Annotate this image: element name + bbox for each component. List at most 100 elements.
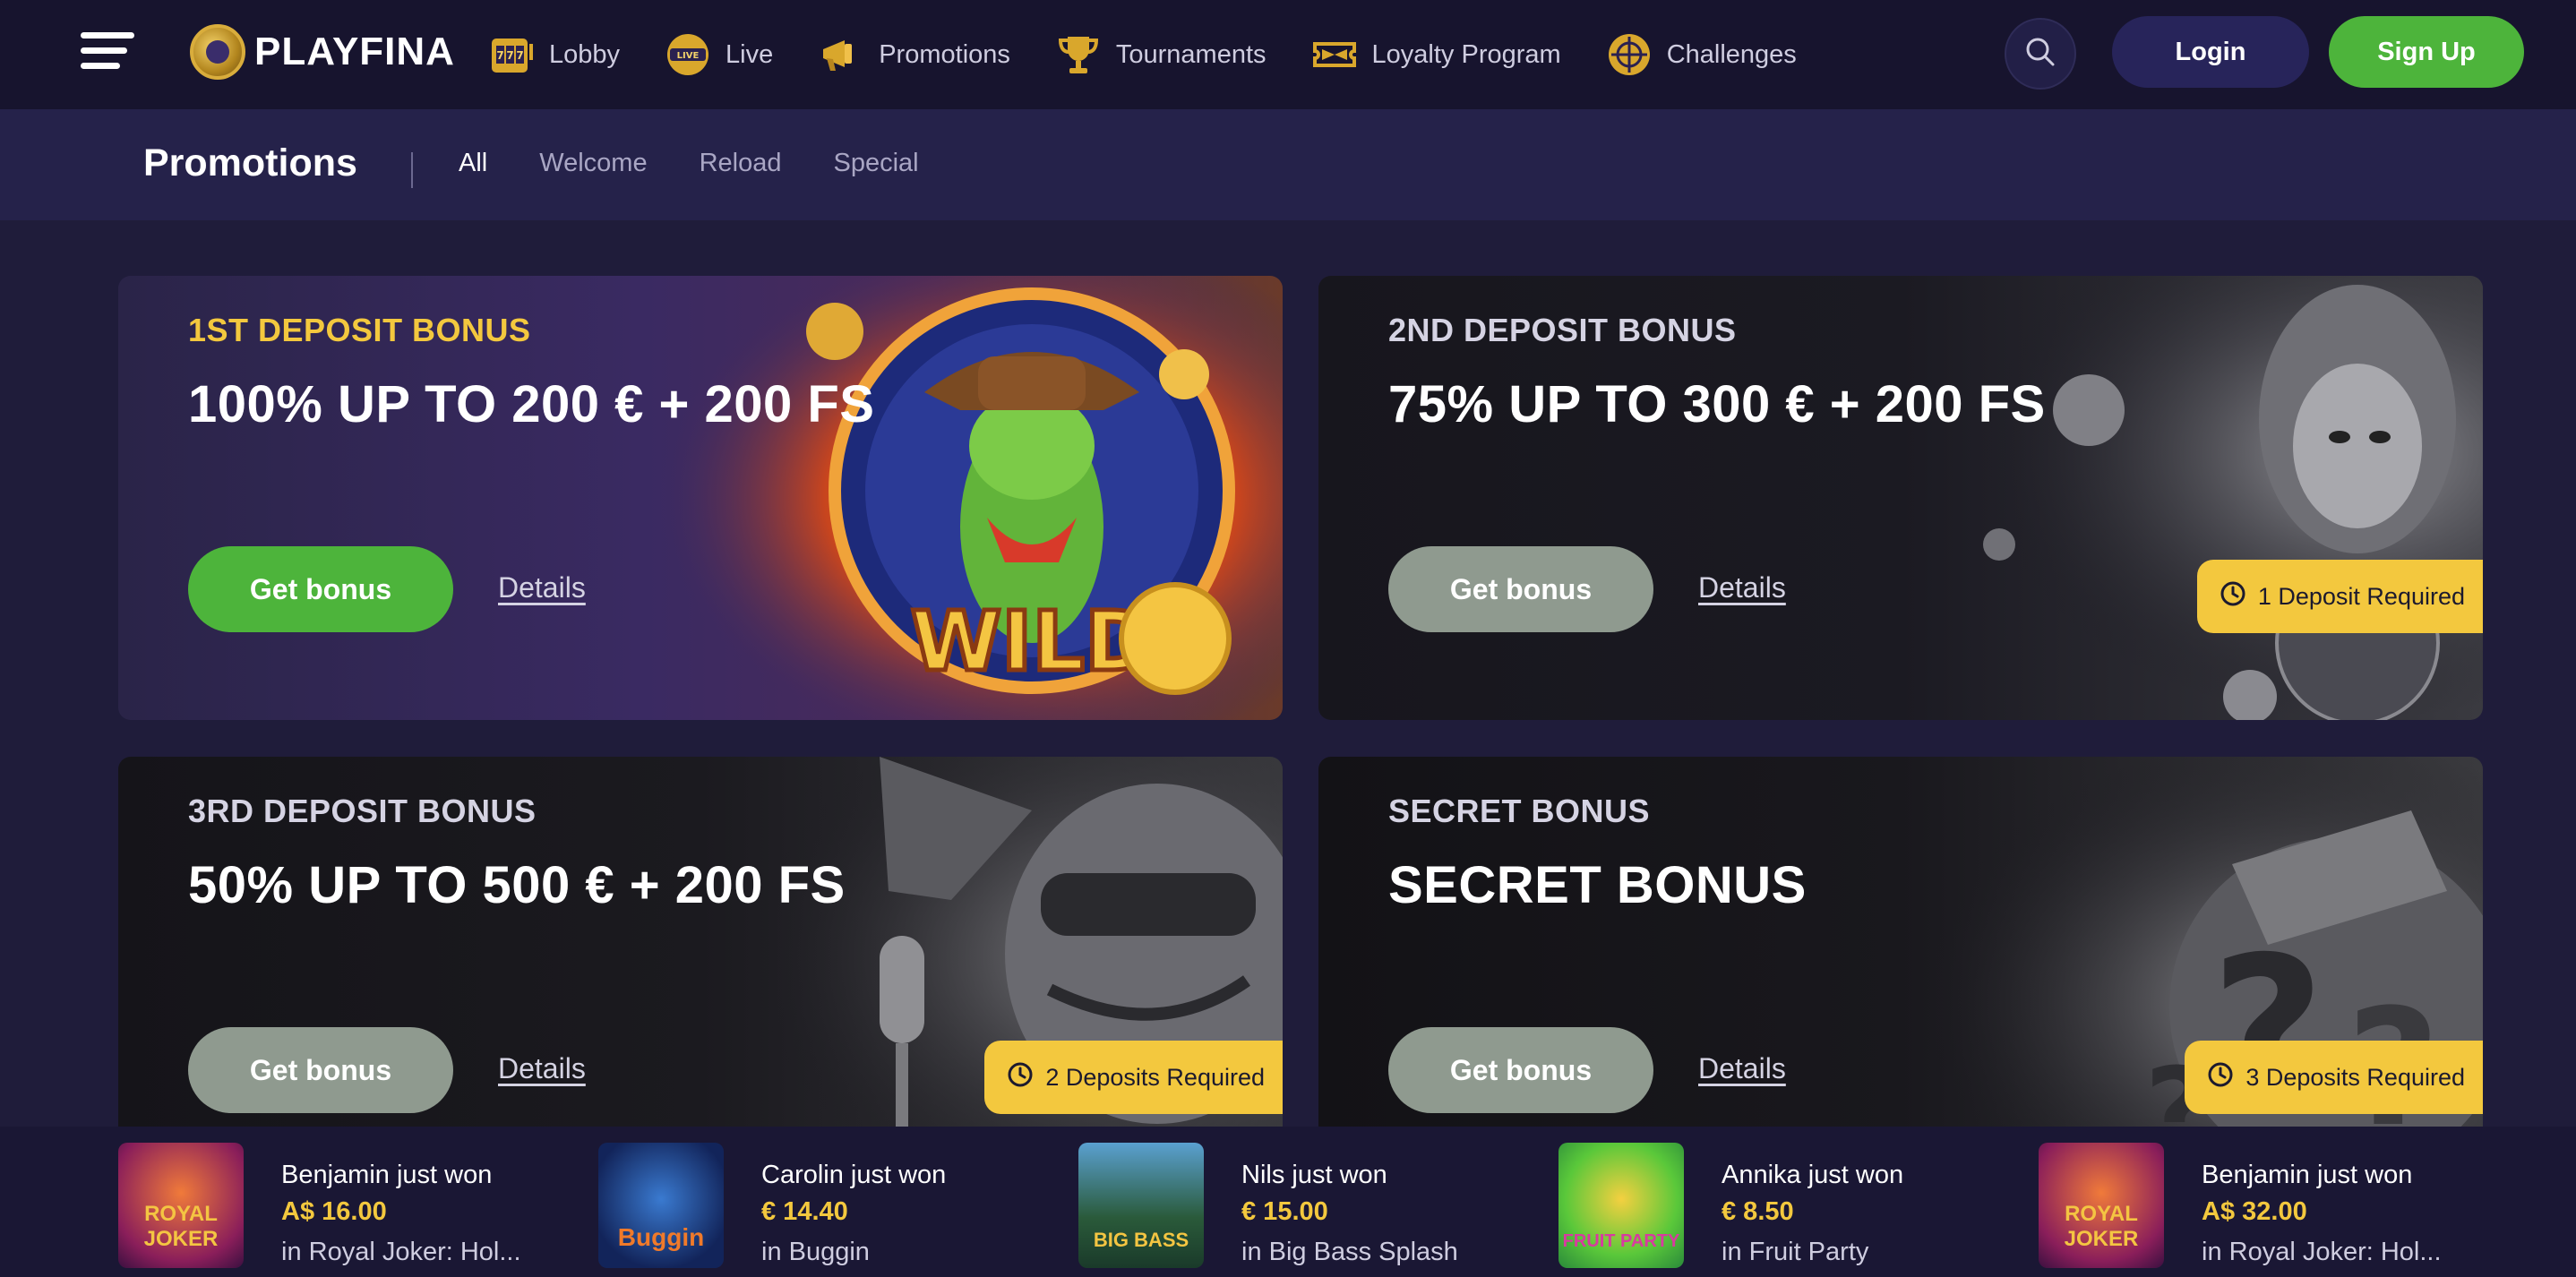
requirement-text: 3 Deposits Required	[2245, 1063, 2465, 1091]
game-thumbnail[interactable]: Buggin	[598, 1143, 724, 1268]
details-link[interactable]: Details	[498, 571, 586, 604]
winner-text: Benjamin just won	[281, 1161, 493, 1189]
brand-name: PLAYFINA	[254, 30, 455, 73]
nav-item-label: Tournaments	[1115, 39, 1267, 69]
promo-kicker: 1ST DEPOSIT BONUS	[188, 312, 531, 348]
ticket-icon	[1311, 31, 1358, 78]
promo-headline: 75% UP TO 300 € + 200 FS	[1388, 375, 2046, 433]
winner-text: Benjamin just won	[2202, 1161, 2413, 1189]
svg-text:LIVE: LIVE	[677, 51, 700, 61]
promo-headline: 100% UP TO 200 € + 200 FS	[188, 375, 875, 433]
win-amount: A$ 16.00	[281, 1197, 387, 1226]
nav-item-live[interactable]: LIVE Live	[665, 31, 773, 78]
search-button[interactable]	[2005, 18, 2076, 90]
game-name: in Royal Joker: Hol...	[2202, 1238, 2442, 1266]
promotion-filter-tabs: All Welcome Reload Special	[459, 149, 971, 178]
nav-item-label: Challenges	[1666, 39, 1797, 69]
win-amount: A$ 32.00	[2202, 1197, 2307, 1226]
thumbnail-label: ROYAL JOKER	[143, 1202, 219, 1251]
brand-logo[interactable]: PLAYFINA	[190, 23, 455, 81]
svg-text:7: 7	[516, 49, 523, 62]
win-info: Nils just won € 15.00 in Big Bass Splash	[1241, 1143, 1458, 1270]
tab-all[interactable]: All	[459, 149, 487, 178]
win-item[interactable]: ROYAL JOKER Benjamin just won A$ 32.00 i…	[2039, 1143, 2442, 1270]
get-bonus-button[interactable]: Get bonus	[1388, 546, 1653, 632]
login-button[interactable]: Login	[2112, 16, 2309, 88]
promo-headline: 50% UP TO 500 € + 200 FS	[188, 856, 846, 914]
thumbnail-label: BIG BASS	[1093, 1229, 1189, 1251]
win-info: Carolin just won € 14.40 in Buggin	[761, 1143, 946, 1270]
get-bonus-button[interactable]: Get bonus	[188, 1027, 453, 1113]
svg-text:7: 7	[496, 49, 503, 62]
target-icon	[1606, 31, 1653, 78]
requirement-text: 1 Deposit Required	[2257, 582, 2465, 610]
nav-item-label: Loyalty Program	[1371, 39, 1561, 69]
game-name: in Buggin	[761, 1238, 870, 1266]
deposit-requirement-badge: 2 Deposits Required	[984, 1041, 1283, 1114]
win-info: Annika just won € 8.50 in Fruit Party	[1722, 1143, 1903, 1270]
svg-text:7: 7	[506, 49, 513, 62]
promo-card-2nd-deposit: 2ND DEPOSIT BONUS 75% UP TO 300 € + 200 …	[1318, 276, 2483, 720]
slot-machine-icon: 777	[488, 31, 535, 78]
search-icon	[2024, 36, 2057, 73]
recent-wins-ticker: ROYAL JOKER Benjamin just won A$ 16.00 i…	[0, 1127, 2576, 1277]
thumbnail-label: FRUIT PARTY	[1562, 1231, 1680, 1251]
win-amount: € 14.40	[761, 1197, 848, 1226]
winner-text: Annika just won	[1722, 1161, 1904, 1189]
game-name: in Big Bass Splash	[1241, 1238, 1458, 1266]
megaphone-icon	[818, 31, 864, 78]
promo-headline: SECRET BONUS	[1388, 856, 1807, 914]
tab-reload[interactable]: Reload	[700, 149, 782, 178]
page-title: Promotions	[143, 141, 357, 184]
deposit-requirement-badge: 3 Deposits Required	[2185, 1041, 2483, 1114]
nav-item-tournaments[interactable]: Tournaments	[1055, 31, 1267, 78]
tab-special[interactable]: Special	[833, 149, 918, 178]
clock-icon	[2219, 579, 2247, 614]
nav-item-promotions[interactable]: Promotions	[818, 31, 1010, 78]
win-item[interactable]: ROYAL JOKER Benjamin just won A$ 16.00 i…	[118, 1143, 521, 1270]
get-bonus-button[interactable]: Get bonus	[1388, 1027, 1653, 1113]
requirement-text: 2 Deposits Required	[1045, 1063, 1265, 1091]
game-thumbnail[interactable]: ROYAL JOKER	[2039, 1143, 2164, 1268]
nav-item-lobby[interactable]: 777 Lobby	[488, 31, 620, 78]
divider	[411, 152, 413, 188]
nav-item-challenges[interactable]: Challenges	[1606, 31, 1797, 78]
svg-text:WILD: WILD	[911, 594, 1154, 690]
top-navigation: PLAYFINA 777 Lobby LIVE Live Promotions …	[0, 0, 2576, 109]
thumbnail-label: ROYAL JOKER	[2064, 1202, 2139, 1251]
details-link[interactable]: Details	[1698, 571, 1786, 604]
sign-up-button[interactable]: Sign Up	[2329, 16, 2524, 88]
clock-icon	[2206, 1060, 2235, 1095]
game-name: in Royal Joker: Hol...	[281, 1238, 521, 1266]
hamburger-menu-icon[interactable]	[81, 32, 136, 75]
promo-card-1st-deposit: WILD 1ST DEPOSIT BONUS 100% UP TO 200 € …	[118, 276, 1283, 720]
tab-welcome[interactable]: Welcome	[539, 149, 647, 178]
win-item[interactable]: FRUIT PARTY Annika just won € 8.50 in Fr…	[1558, 1143, 1903, 1270]
game-thumbnail[interactable]: ROYAL JOKER	[118, 1143, 244, 1268]
win-amount: € 15.00	[1241, 1197, 1328, 1226]
get-bonus-button[interactable]: Get bonus	[188, 546, 453, 632]
promo-kicker: 3RD DEPOSIT BONUS	[188, 793, 537, 829]
wild-cactus-artwork: WILD	[656, 276, 1283, 720]
deposit-requirement-badge: 1 Deposit Required	[2196, 560, 2483, 633]
promo-kicker: SECRET BONUS	[1388, 793, 1651, 829]
details-link[interactable]: Details	[498, 1052, 586, 1085]
game-thumbnail[interactable]: FRUIT PARTY	[1558, 1143, 1684, 1268]
promotions-header: Promotions All Welcome Reload Special	[0, 109, 2576, 220]
nav-item-loyalty-program[interactable]: Loyalty Program	[1311, 31, 1561, 78]
win-item[interactable]: Buggin Carolin just won € 14.40 in Buggi…	[598, 1143, 946, 1270]
nav-item-label: Promotions	[879, 39, 1010, 69]
clock-icon	[1006, 1060, 1035, 1095]
win-item[interactable]: BIG BASS Nils just won € 15.00 in Big Ba…	[1078, 1143, 1458, 1270]
details-link[interactable]: Details	[1698, 1052, 1786, 1085]
promo-kicker: 2ND DEPOSIT BONUS	[1388, 312, 1737, 348]
thumbnail-label: Buggin	[617, 1223, 705, 1251]
live-badge-icon: LIVE	[665, 31, 711, 78]
nav-item-label: Lobby	[549, 39, 621, 69]
fortune-teller-artwork	[1856, 276, 2483, 720]
win-info: Benjamin just won A$ 16.00 in Royal Joke…	[281, 1143, 521, 1270]
game-thumbnail[interactable]: BIG BASS	[1078, 1143, 1204, 1268]
win-amount: € 8.50	[1722, 1197, 1794, 1226]
winner-text: Carolin just won	[761, 1161, 947, 1189]
logo-emblem-icon	[190, 24, 245, 80]
